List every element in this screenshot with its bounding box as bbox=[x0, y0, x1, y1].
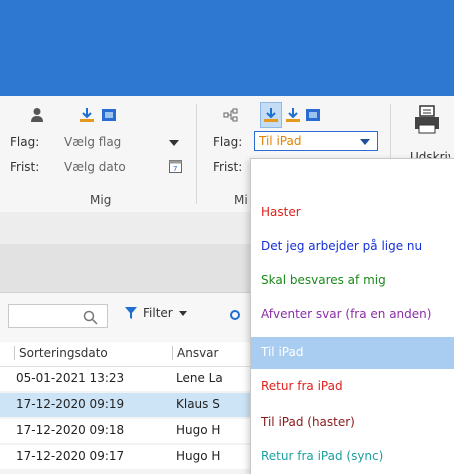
search-input[interactable] bbox=[8, 304, 108, 328]
mig-frist-label: Frist: bbox=[10, 160, 40, 174]
dropdown-arrow-icon[interactable] bbox=[359, 138, 371, 146]
flow-icon[interactable] bbox=[222, 106, 240, 124]
second-flag-label: Flag: bbox=[213, 135, 243, 149]
menu-item-retur-fra-ipad-sync[interactable]: Retur fra iPad (sync) bbox=[251, 441, 454, 473]
menu-item-til-ipad-haster[interactable]: Til iPad (haster) bbox=[251, 407, 454, 439]
flag-dropdown[interactable]: Til iPad bbox=[254, 131, 378, 151]
flag-dropdown-value: Til iPad bbox=[259, 134, 302, 148]
settings-icon[interactable] bbox=[226, 306, 244, 324]
row-date: 05-01-2021 13:23 bbox=[16, 371, 125, 385]
menu-item-afventer-svar[interactable]: Afventer svar (fra en anden) bbox=[251, 299, 454, 331]
row-date: 17-12-2020 09:19 bbox=[16, 397, 125, 411]
mig-flag-select[interactable]: Vælg flag bbox=[64, 135, 121, 149]
dropdown-arrow-icon[interactable] bbox=[168, 137, 180, 149]
menu-item-label: Det jeg arbejder på lige nu bbox=[261, 239, 423, 253]
flag-dropdown-menu: Haster Det jeg arbejder på lige nu Skal … bbox=[250, 158, 454, 474]
row-date: 17-12-2020 09:17 bbox=[16, 449, 125, 463]
sync-icon[interactable] bbox=[100, 106, 118, 124]
menu-item-skal-besvares[interactable]: Skal besvares af mig bbox=[251, 265, 454, 297]
filter-icon bbox=[124, 306, 138, 320]
sync-icon[interactable] bbox=[304, 106, 322, 124]
row-owner: Lene La bbox=[176, 371, 223, 385]
menu-item-label: Til iPad (haster) bbox=[261, 415, 355, 429]
mig-frist-date-picker[interactable]: Vælg dato bbox=[64, 160, 126, 174]
menu-item-label: Afventer svar (fra en anden) bbox=[261, 307, 432, 321]
menu-item-label: Haster bbox=[261, 205, 301, 219]
title-bar bbox=[0, 0, 454, 96]
download-icon[interactable] bbox=[260, 102, 282, 128]
row-owner: Hugo H bbox=[176, 449, 221, 463]
mig-flag-label: Flag: bbox=[10, 135, 40, 149]
search-icon[interactable] bbox=[81, 308, 99, 326]
second-group-label: Mi bbox=[234, 193, 248, 207]
filter-label: Filter bbox=[143, 306, 173, 320]
ribbon-separator bbox=[196, 104, 197, 204]
download-icon[interactable] bbox=[78, 106, 96, 124]
printer-icon[interactable] bbox=[412, 104, 442, 136]
person-icon[interactable] bbox=[28, 106, 46, 124]
row-owner: Hugo H bbox=[176, 423, 221, 437]
chevron-down-icon bbox=[178, 308, 188, 318]
filter-button[interactable]: Filter bbox=[124, 306, 188, 320]
second-frist-label: Frist: bbox=[213, 160, 243, 174]
menu-item-label: Til iPad bbox=[261, 345, 304, 359]
download-icon[interactable] bbox=[284, 106, 302, 124]
menu-item-retur-fra-ipad[interactable]: Retur fra iPad bbox=[251, 371, 454, 403]
mig-group-label: Mig bbox=[90, 193, 112, 207]
menu-item-det-jeg-arbejder[interactable]: Det jeg arbejder på lige nu bbox=[251, 231, 454, 263]
menu-item-label: Skal besvares af mig bbox=[261, 273, 386, 287]
menu-item-label: Retur fra iPad (sync) bbox=[261, 449, 384, 463]
svg-text:7: 7 bbox=[173, 165, 177, 173]
calendar-icon[interactable]: 7 bbox=[168, 158, 182, 174]
menu-item-haster[interactable]: Haster bbox=[251, 197, 454, 229]
menu-item-label: Retur fra iPad bbox=[261, 379, 343, 393]
column-header-ansvar[interactable]: Ansvar bbox=[172, 346, 218, 360]
menu-item-til-ipad[interactable]: Til iPad bbox=[251, 337, 454, 369]
row-date: 17-12-2020 09:18 bbox=[16, 423, 125, 437]
column-header-sorteringsdato[interactable]: Sorteringsdato bbox=[14, 346, 108, 360]
row-owner: Klaus S bbox=[176, 397, 220, 411]
